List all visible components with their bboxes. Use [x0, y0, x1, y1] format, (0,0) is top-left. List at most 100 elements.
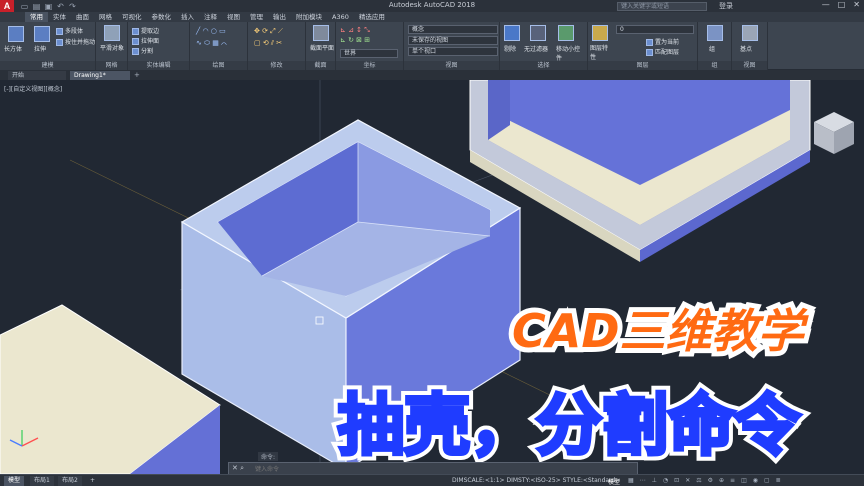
tab-output[interactable]: 输出	[268, 12, 291, 22]
smooth-object-button[interactable]: 平滑对象	[100, 43, 126, 52]
base-point-icon[interactable]	[742, 25, 758, 41]
section-plane-button[interactable]: 截面平面	[310, 43, 334, 52]
panel-title-solid-editing[interactable]: 实体编辑	[128, 61, 189, 70]
base-point-button[interactable]: 基点	[740, 44, 752, 53]
panel-title-view[interactable]: 视图	[404, 61, 499, 70]
culling-button[interactable]: 剔除	[504, 44, 516, 53]
extrude-button[interactable]: 拉伸	[34, 44, 46, 53]
customization-icon[interactable]: ≣	[776, 477, 781, 484]
command-close-icon[interactable]: ✕ ⌕	[232, 464, 244, 473]
tab-layout2[interactable]: 布局2	[58, 476, 82, 486]
close-icon[interactable]: ✕	[853, 0, 860, 9]
new-tab-icon[interactable]: +	[134, 71, 140, 79]
tab-addins[interactable]: 附加模块	[291, 12, 327, 22]
section-plane-icon[interactable]	[313, 25, 329, 41]
undo-icon[interactable]: ↶	[56, 2, 65, 11]
viewport-controls[interactable]: [-][自定义视图][概念]	[4, 84, 62, 93]
search-input[interactable]: 键入关键字或短语	[617, 2, 707, 11]
tab-surface[interactable]: 曲面	[71, 12, 94, 22]
modify-tools-row2-icon[interactable]: ▢ ⟲ ⫽ ✂	[254, 39, 282, 48]
modify-tools-icon[interactable]: ✥ ⟳ ⤢ ⟋	[254, 27, 283, 36]
redo-icon[interactable]: ↷	[68, 2, 77, 11]
add-layout-icon[interactable]: +	[86, 476, 99, 486]
tab-parametric[interactable]: 参数化	[147, 12, 177, 22]
solid-top-right[interactable]	[469, 80, 811, 262]
match-layer-button[interactable]: 匹配图层	[646, 47, 679, 56]
make-current-button[interactable]: 置为当前	[646, 37, 679, 46]
smooth-object-icon[interactable]	[104, 25, 120, 41]
osnap-icon[interactable]: ⊡	[674, 477, 679, 484]
ucs-tools-row2-icon[interactable]: ⊾ ↻ ⊠ ⊞	[340, 36, 370, 44]
viewport-select[interactable]: 单个视口	[408, 47, 498, 56]
extract-edges-button[interactable]: 提取边	[132, 26, 159, 35]
annotation-scale-icon[interactable]: ⚖	[696, 477, 701, 484]
panel-title-draw[interactable]: 绘图	[190, 61, 247, 70]
panel-title-view-2[interactable]: 视图	[732, 61, 767, 70]
tab-start[interactable]: 开始	[8, 71, 66, 80]
tab-view[interactable]: 视图	[222, 12, 245, 22]
draw-tools-row2-icon[interactable]: ∿ ⬭ ▦ ⌒	[196, 39, 227, 48]
autocad-logo-icon[interactable]: A	[0, 0, 14, 12]
named-view-select[interactable]: 未保存的视图	[408, 36, 498, 45]
tab-home[interactable]: 常用	[25, 12, 48, 22]
tab-manage[interactable]: 管理	[245, 12, 268, 22]
visual-style-select[interactable]: 概念	[408, 25, 498, 34]
ucs-select[interactable]: 世界	[340, 49, 398, 58]
tab-layout1[interactable]: 布局1	[30, 476, 54, 486]
panel-title-section[interactable]: 截面	[306, 61, 335, 70]
tab-solid[interactable]: 实体	[48, 12, 71, 22]
hardware-acceleration-icon[interactable]: ◫	[741, 477, 747, 484]
panel-title-mesh[interactable]: 网格	[96, 61, 127, 70]
clean-screen-icon[interactable]: ▢	[764, 477, 770, 484]
isodraft-icon[interactable]: ✕	[685, 477, 690, 484]
workspace-icon[interactable]: ⚙	[708, 477, 713, 484]
extrude-icon[interactable]	[34, 26, 50, 42]
no-filter-button[interactable]: 无过滤器	[524, 44, 548, 53]
tab-mesh[interactable]: 网格	[94, 12, 117, 22]
tab-drawing1[interactable]: Drawing1*	[70, 71, 130, 80]
viewcube[interactable]	[814, 112, 854, 154]
new-icon[interactable]: ▭	[20, 2, 29, 11]
login-button[interactable]: 登录	[719, 1, 733, 11]
command-input[interactable]	[255, 465, 555, 473]
save-icon[interactable]: ▣	[44, 2, 53, 11]
tab-a360[interactable]: A360	[327, 12, 354, 22]
gizmo-icon[interactable]	[558, 25, 574, 41]
layer-properties-icon[interactable]	[592, 25, 608, 41]
tab-insert[interactable]: 插入	[176, 12, 199, 22]
draw-tools-icon[interactable]: ╱ ◠ ○ ▭	[196, 27, 226, 35]
layer-properties-button[interactable]: 图层特性	[590, 43, 612, 61]
ucs-tools-icon[interactable]: ⊾ ⊿ ↕ ⤡	[340, 26, 370, 35]
tab-visualize[interactable]: 可视化	[117, 12, 147, 22]
ortho-icon[interactable]: ⊥	[652, 477, 657, 484]
minimize-icon[interactable]: —	[822, 0, 830, 9]
tab-featured-apps[interactable]: 精选应用	[354, 12, 390, 22]
isolate-objects-icon[interactable]: ◉	[753, 477, 758, 484]
polysolid-button[interactable]: 多段体	[56, 26, 83, 35]
polar-icon[interactable]: ◔	[663, 477, 668, 484]
layer-select[interactable]: 0	[616, 25, 694, 34]
no-filter-icon[interactable]	[530, 25, 546, 41]
snap-icon[interactable]: ⋯	[640, 477, 646, 484]
extrude-faces-button[interactable]: 拉伸面	[132, 36, 159, 45]
units-icon[interactable]: ⊕	[719, 477, 724, 484]
maximize-icon[interactable]: □	[838, 0, 846, 9]
move-gizmo-button[interactable]: 移动小控件	[556, 44, 584, 62]
open-icon[interactable]: ▤	[32, 2, 41, 11]
tab-model[interactable]: 模型	[4, 476, 25, 486]
box-icon[interactable]	[8, 26, 24, 42]
tab-annotate[interactable]: 注释	[199, 12, 222, 22]
panel-title-coordinates[interactable]: 坐标	[336, 61, 403, 70]
panel-title-selection[interactable]: 选择	[500, 61, 587, 70]
culling-icon[interactable]	[504, 25, 520, 41]
panel-title-modify[interactable]: 修改	[248, 61, 305, 70]
box-button[interactable]: 长方体	[4, 44, 22, 53]
model-space-toggle[interactable]: 模型	[608, 477, 620, 486]
presspull-button[interactable]: 按住并拖动	[56, 37, 95, 46]
panel-title-groups[interactable]: 组	[698, 61, 731, 70]
group-icon[interactable]	[707, 25, 723, 41]
panel-title-modeling[interactable]: 建模	[0, 61, 95, 70]
lineweight-icon[interactable]: ≡	[730, 477, 735, 484]
panel-title-layers[interactable]: 图层	[588, 61, 697, 70]
group-button[interactable]: 组	[709, 44, 715, 53]
